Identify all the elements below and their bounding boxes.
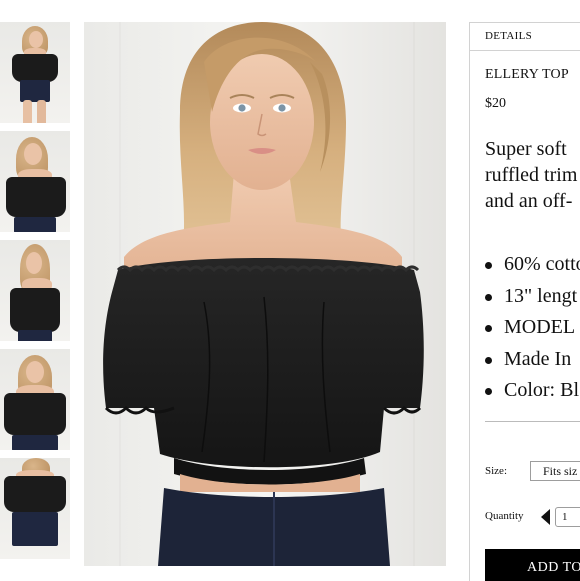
feature-item: Made In [484,344,580,376]
product-description: Super soft ruffled trim and an off- [485,136,577,214]
thumbnail-3[interactable] [0,240,70,341]
thumb-leg [37,100,46,123]
feature-item: MODEL [484,312,580,344]
main-product-image [84,22,446,566]
thumb-leg [23,100,32,123]
thumbnail-4[interactable] [0,349,70,450]
thumb-top [10,288,60,332]
quantity-label: Quantity [485,510,524,522]
add-to-bag-button[interactable]: ADD TO [485,549,580,581]
thumb-face [24,143,42,165]
thumbnail-1[interactable] [0,22,70,123]
quantity-decrease-arrow-icon[interactable] [541,509,550,525]
thumb-shorts [14,217,56,232]
thumb-shorts [12,435,58,450]
thumb-face [29,31,43,48]
thumb-face [26,252,42,274]
details-panel: DETAILS ELLERY TOP $20 Super soft ruffle… [469,22,580,581]
thumb-shorts [20,80,50,102]
size-select[interactable]: Fits siz [530,461,580,481]
size-label: Size: [485,465,507,477]
thumb-shorts [12,512,58,546]
thumb-top [6,177,66,217]
product-name: ELLERY TOP [485,67,569,82]
thumb-top [4,393,66,435]
thumb-top [12,54,58,82]
feature-item: Color: Bl [484,375,580,407]
thumb-top [4,476,66,512]
description-line: Super soft [485,138,567,160]
description-line: ruffled trim [485,164,578,186]
thumbnail-5[interactable] [0,458,70,559]
model-photo [84,22,446,566]
description-line: and an off- [485,190,573,212]
feature-item: 13" lengt [484,281,580,313]
thumb-shorts [18,330,52,341]
thumb-face [26,361,44,383]
thumbnail-2[interactable] [0,131,70,232]
quantity-input[interactable]: 1 [555,507,580,527]
feature-item: 60% cotto [484,249,580,281]
divider [485,421,580,422]
feature-list: 60% cotto 13" lengt MODEL Made In Color:… [484,249,580,407]
tab-details[interactable]: DETAILS [470,23,580,51]
product-price: $20 [485,96,506,111]
